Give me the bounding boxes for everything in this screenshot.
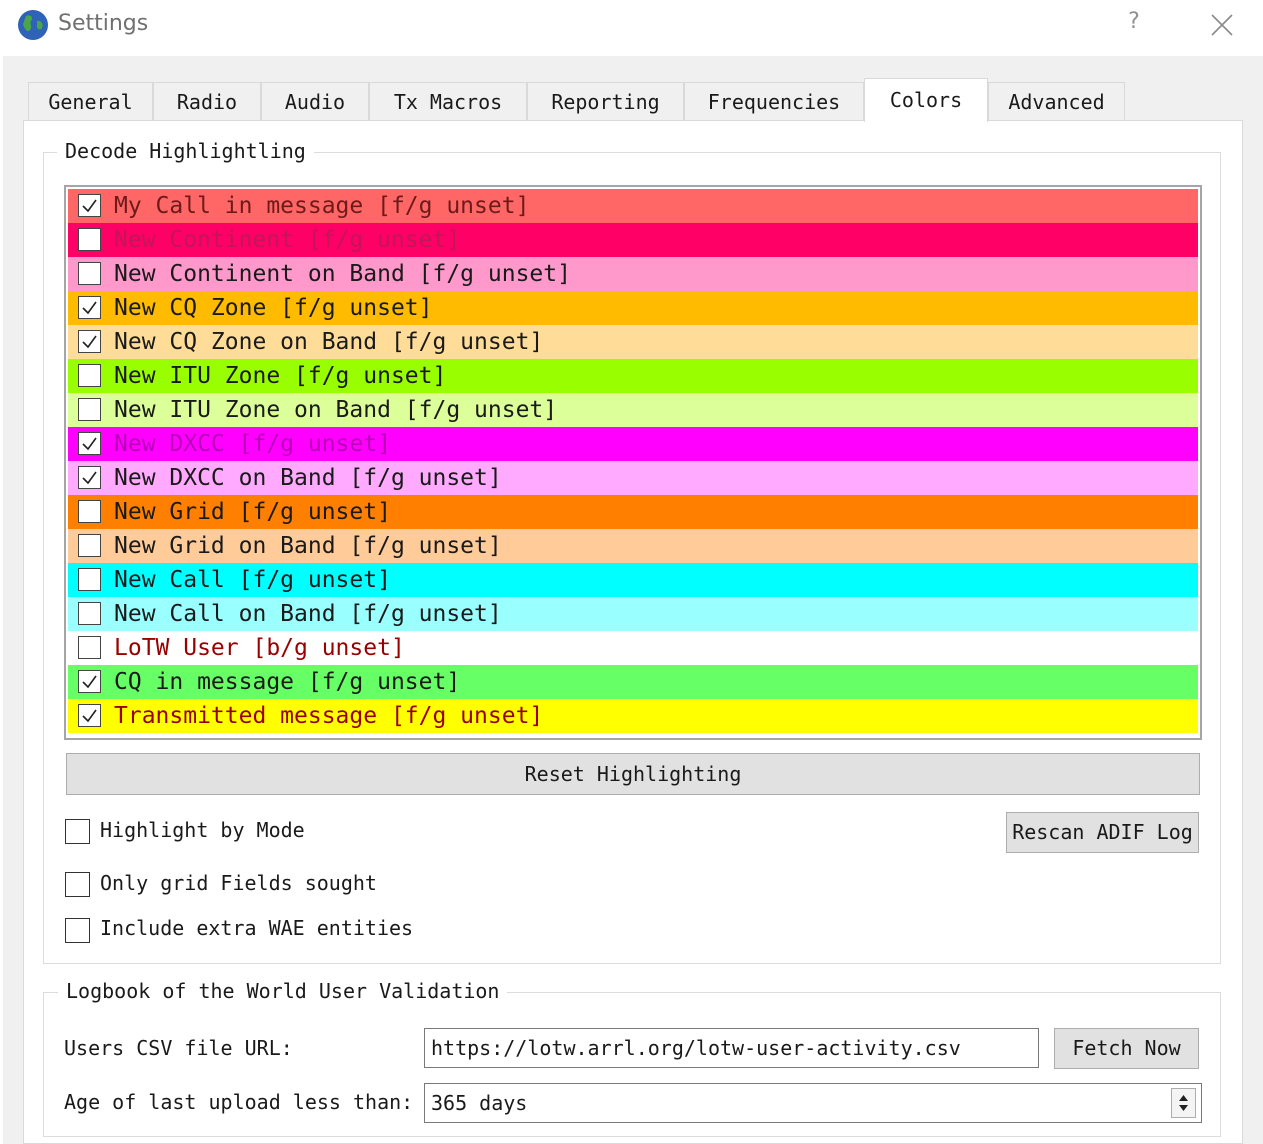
checkmark-icon: [82, 199, 97, 213]
highlight-item-checkbox[interactable]: [78, 432, 101, 455]
spin-up-down-icon: [1179, 1095, 1188, 1111]
include-wae-checkbox[interactable]: [65, 918, 90, 943]
close-button[interactable]: [1205, 8, 1239, 42]
only-grid-fields-label: Only grid Fields sought: [100, 871, 377, 895]
highlight-item[interactable]: New Grid on Band [f/g unset]: [68, 529, 1198, 563]
checkmark-icon: [82, 675, 97, 689]
highlight-item-label: New Grid on Band [f/g unset]: [114, 533, 502, 559]
age-of-last-upload-label: Age of last upload less than:: [64, 1090, 414, 1114]
highlight-by-mode-label: Highlight by Mode: [100, 818, 305, 842]
users-csv-url-input[interactable]: https://lotw.arrl.org/lotw-user-activity…: [424, 1028, 1039, 1068]
highlight-item[interactable]: New Grid [f/g unset]: [68, 495, 1198, 529]
highlight-item[interactable]: New CQ Zone [f/g unset]: [68, 291, 1198, 325]
highlight-item-label: CQ in message [f/g unset]: [114, 669, 461, 695]
reset-highlighting-button[interactable]: Reset Highlighting: [66, 753, 1200, 795]
highlight-item-checkbox[interactable]: [78, 466, 101, 489]
highlight-item-checkbox[interactable]: [78, 262, 101, 285]
highlight-item[interactable]: Transmitted message [f/g unset]: [68, 699, 1198, 733]
highlight-item-checkbox[interactable]: [78, 670, 101, 693]
highlight-item[interactable]: New ITU Zone on Band [f/g unset]: [68, 393, 1198, 427]
highlight-item-checkbox[interactable]: [78, 568, 101, 591]
highlight-item-checkbox[interactable]: [78, 534, 101, 557]
highlight-by-mode-checkbox[interactable]: [65, 819, 90, 844]
highlight-item[interactable]: LoTW User [b/g unset]: [68, 631, 1198, 665]
highlight-item-label: New Call on Band [f/g unset]: [114, 601, 502, 627]
checkmark-icon: [82, 437, 97, 451]
tab-advanced[interactable]: Advanced: [988, 82, 1125, 121]
title-bar: [0, 0, 1263, 56]
only-grid-fields-checkbox[interactable]: [65, 872, 90, 897]
tab-colors[interactable]: Colors: [864, 78, 988, 122]
checkmark-icon: [82, 471, 97, 485]
highlight-item-label: New Continent on Band [f/g unset]: [114, 261, 571, 287]
highlight-item[interactable]: New DXCC [f/g unset]: [68, 427, 1198, 461]
lotw-group-title: Logbook of the World User Validation: [58, 979, 508, 1003]
checkmark-icon: [82, 709, 97, 723]
highlight-item-label: New CQ Zone [f/g unset]: [114, 295, 433, 321]
age-spinbox[interactable]: 365 days: [424, 1083, 1202, 1123]
users-csv-url-label: Users CSV file URL:: [64, 1036, 293, 1060]
highlight-item-checkbox[interactable]: [78, 228, 101, 251]
highlight-item-checkbox[interactable]: [78, 330, 101, 353]
highlight-item-checkbox[interactable]: [78, 364, 101, 387]
highlight-item-checkbox[interactable]: [78, 636, 101, 659]
tab-general[interactable]: General: [28, 82, 153, 121]
tab-frequencies[interactable]: Frequencies: [684, 82, 864, 121]
highlight-item-checkbox[interactable]: [78, 500, 101, 523]
tab-tx-macros[interactable]: Tx Macros: [369, 82, 527, 121]
highlight-item-checkbox[interactable]: [78, 602, 101, 625]
highlight-item-label: New CQ Zone on Band [f/g unset]: [114, 329, 544, 355]
spin-buttons[interactable]: [1171, 1088, 1196, 1118]
highlight-item-label: New ITU Zone [f/g unset]: [114, 363, 447, 389]
highlight-item-checkbox[interactable]: [78, 296, 101, 319]
highlight-item[interactable]: New CQ Zone on Band [f/g unset]: [68, 325, 1198, 359]
highlight-item-label: New Continent [f/g unset]: [114, 227, 461, 253]
window-title: Settings: [58, 11, 149, 36]
rescan-adif-log-button[interactable]: Rescan ADIF Log: [1006, 812, 1199, 853]
checkmark-icon: [82, 301, 97, 315]
globe-icon: [17, 9, 49, 41]
close-icon: [1211, 14, 1233, 36]
highlight-item-label: New Grid [f/g unset]: [114, 499, 391, 525]
highlight-item[interactable]: New ITU Zone [f/g unset]: [68, 359, 1198, 393]
checkmark-icon: [82, 335, 97, 349]
highlight-item-label: Transmitted message [f/g unset]: [114, 703, 544, 729]
age-spinbox-value: 365 days: [431, 1091, 528, 1115]
include-wae-label: Include extra WAE entities: [100, 916, 414, 940]
highlight-item[interactable]: CQ in message [f/g unset]: [68, 665, 1198, 699]
highlight-item-checkbox[interactable]: [78, 398, 101, 421]
highlight-list[interactable]: My Call in message [f/g unset] New Contin…: [64, 185, 1202, 740]
decode-group-title: Decode Highlightling: [57, 139, 314, 163]
highlight-item-label: LoTW User [b/g unset]: [114, 635, 405, 661]
highlight-item-label: My Call in message [f/g unset]: [114, 193, 530, 219]
help-button[interactable]: ?: [1122, 9, 1146, 41]
highlight-item[interactable]: New DXCC on Band [f/g unset]: [68, 461, 1198, 495]
highlight-item-label: New DXCC [f/g unset]: [114, 431, 391, 457]
fetch-now-button[interactable]: Fetch Now: [1054, 1028, 1199, 1069]
highlight-item-checkbox[interactable]: [78, 704, 101, 727]
tab-audio[interactable]: Audio: [261, 82, 369, 121]
highlight-item[interactable]: New Call on Band [f/g unset]: [68, 597, 1198, 631]
highlight-item[interactable]: My Call in message [f/g unset]: [68, 189, 1198, 223]
tab-radio[interactable]: Radio: [153, 82, 261, 121]
highlight-item[interactable]: New Call [f/g unset]: [68, 563, 1198, 597]
highlight-item-checkbox[interactable]: [78, 194, 101, 217]
tab-reporting[interactable]: Reporting: [527, 82, 684, 121]
highlight-item[interactable]: New Continent [f/g unset]: [68, 223, 1198, 257]
highlight-item-label: New DXCC on Band [f/g unset]: [114, 465, 502, 491]
highlight-item[interactable]: New Continent on Band [f/g unset]: [68, 257, 1198, 291]
highlight-item-label: New Call [f/g unset]: [114, 567, 391, 593]
highlight-item-label: New ITU Zone on Band [f/g unset]: [114, 397, 558, 423]
